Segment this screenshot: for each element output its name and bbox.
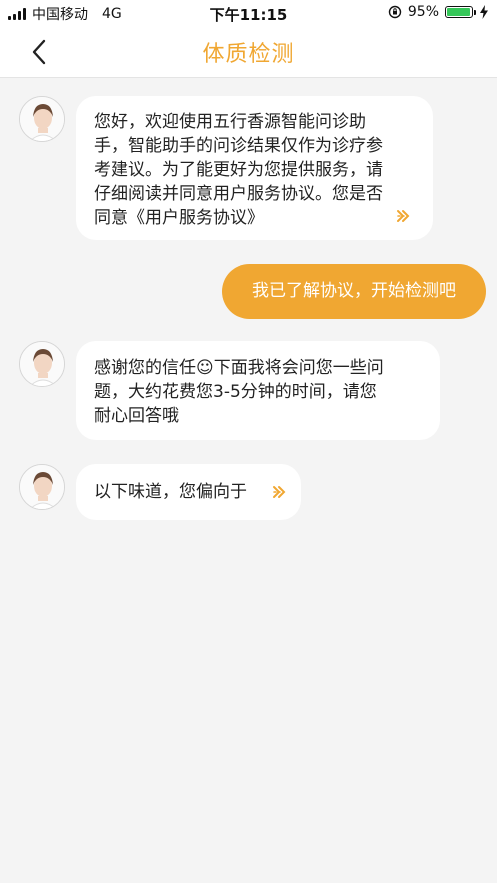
avatar	[19, 96, 65, 142]
battery-icon	[445, 6, 476, 18]
avatar	[19, 464, 65, 510]
status-bar: 中国移动 4G 下午11:15 95%	[0, 0, 497, 26]
user-bubble: 我已了解协议，开始检测吧	[222, 264, 486, 319]
message-line: 同意《用户服务协议》	[94, 208, 264, 228]
message-line: 以下味道，您偏向于	[94, 482, 247, 502]
user-message-text: 我已了解协议，开始检测吧	[252, 281, 456, 301]
charging-bolt-icon	[480, 5, 488, 19]
battery-percent: 95%	[407, 4, 439, 20]
message-line: 题，大约花费您3-5分钟的时间，请您	[94, 382, 377, 402]
message-line: 手，智能助手的问诊结果仅作为诊疗参	[94, 136, 383, 156]
page-title: 体质检测	[202, 42, 295, 67]
double-chevron-right-icon[interactable]	[395, 208, 411, 224]
message-line: 感谢您的信任☺下面我将会问您一些问	[94, 358, 384, 378]
assistant-avatar-icon	[20, 97, 64, 141]
assistant-avatar-icon	[20, 465, 64, 509]
message-bubble: 感谢您的信任☺下面我将会问您一些问 题，大约花费您3-5分钟的时间，请您 耐心回…	[76, 341, 440, 440]
orientation-lock-icon	[388, 5, 402, 19]
status-right: 95%	[388, 4, 489, 20]
message-line: 您好，欢迎使用五行香源智能问诊助	[94, 112, 366, 132]
battery-fill	[447, 8, 470, 16]
nav-bar: 体质检测	[0, 26, 497, 78]
double-chevron-right-icon[interactable]	[271, 484, 287, 500]
message-line: 仔细阅读并同意用户服务协议。您是否	[94, 184, 383, 204]
message-line: 考建议。为了能更好为您提供服务，请	[94, 160, 383, 180]
message-bubble: 您好，欢迎使用五行香源智能问诊助 手，智能助手的问诊结果仅作为诊疗参 考建议。为…	[76, 96, 433, 240]
avatar	[19, 341, 65, 387]
message-bubble[interactable]: 以下味道，您偏向于	[76, 464, 301, 520]
message-line: 耐心回答哦	[94, 406, 179, 426]
assistant-avatar-icon	[20, 342, 64, 386]
